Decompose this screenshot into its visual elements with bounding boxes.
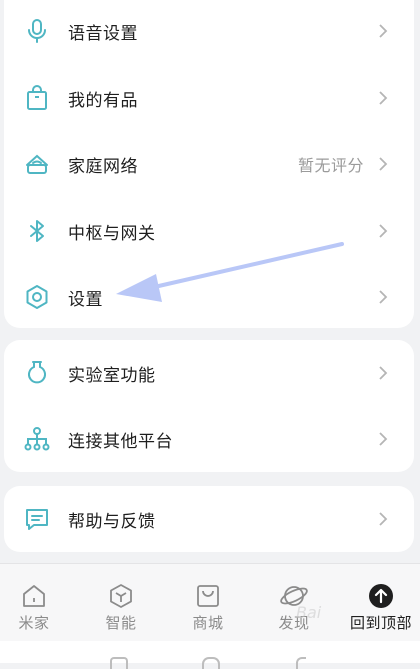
smart-cube-icon [107,582,135,610]
network-nodes-icon [24,426,50,452]
tab-label: 米家 [18,614,50,632]
menu-item-home-network[interactable]: 家庭网络 暂无评分 [4,131,414,197]
router-icon [24,151,50,177]
tab-discover[interactable]: 发现 [252,564,336,634]
bottom-tab-bar: 米家 智能 商城 发现 回到顶部 [0,563,420,642]
menu-item-label: 我的有品 [68,90,138,111]
menu-item-label: 设置 [68,289,103,310]
tab-store[interactable]: 商城 [166,564,250,634]
shopping-bag-icon [24,85,50,111]
system-nav-bar [0,641,420,669]
chevron-right-icon [376,364,390,382]
tab-label: 智能 [105,614,137,632]
tab-smart[interactable]: 智能 [79,564,163,634]
planet-icon [280,582,308,610]
nav-back-icon[interactable] [296,657,306,669]
menu-item-my-youpin[interactable]: 我的有品 [4,65,414,131]
menu-item-hub-gateway[interactable]: 中枢与网关 [4,198,414,264]
chevron-right-icon [376,510,390,528]
chevron-right-icon [376,155,390,173]
tab-label: 商城 [192,614,224,632]
tab-label: 回到顶部 [349,614,412,632]
menu-item-help-feedback[interactable]: 帮助与反馈 [4,486,414,552]
menu-card-main: 语音设置 我的有品 家庭网络 暂无评分 中枢与网关 设置 [4,0,414,328]
settings-hexagon-icon [24,284,50,310]
nav-menu-icon[interactable] [110,657,128,669]
chevron-right-icon [376,288,390,306]
menu-item-label: 中枢与网关 [68,223,156,244]
menu-card-help: 帮助与反馈 [4,486,414,552]
chevron-right-icon [376,430,390,448]
back-to-top-button[interactable]: 回到顶部 [339,564,420,634]
rating-status-text: 暂无评分 [297,156,364,175]
menu-item-label: 实验室功能 [68,365,156,386]
lab-flask-icon [24,360,50,386]
menu-item-voice-settings[interactable]: 语音设置 [4,0,414,64]
store-bag-icon [194,582,222,610]
chevron-right-icon [376,222,390,240]
feedback-message-icon [24,506,50,532]
menu-item-settings[interactable]: 设置 [4,264,414,328]
menu-item-connect-platforms[interactable]: 连接其他平台 [4,406,414,472]
menu-card-labs: 实验室功能 连接其他平台 [4,340,414,472]
menu-item-label: 连接其他平台 [68,431,173,452]
microphone-icon [24,18,50,44]
nav-home-icon[interactable] [202,657,220,669]
home-icon [20,582,48,610]
tab-label: 发现 [278,614,310,632]
chevron-right-icon [376,22,390,40]
menu-item-label: 帮助与反馈 [68,511,156,532]
chevron-right-icon [376,89,390,107]
tab-mijia[interactable]: 米家 [0,564,76,634]
back-to-top-icon [367,582,395,610]
menu-item-lab-features[interactable]: 实验室功能 [4,340,414,406]
menu-item-label: 语音设置 [68,23,138,44]
menu-item-label: 家庭网络 [68,156,138,177]
bluetooth-icon [24,218,50,244]
